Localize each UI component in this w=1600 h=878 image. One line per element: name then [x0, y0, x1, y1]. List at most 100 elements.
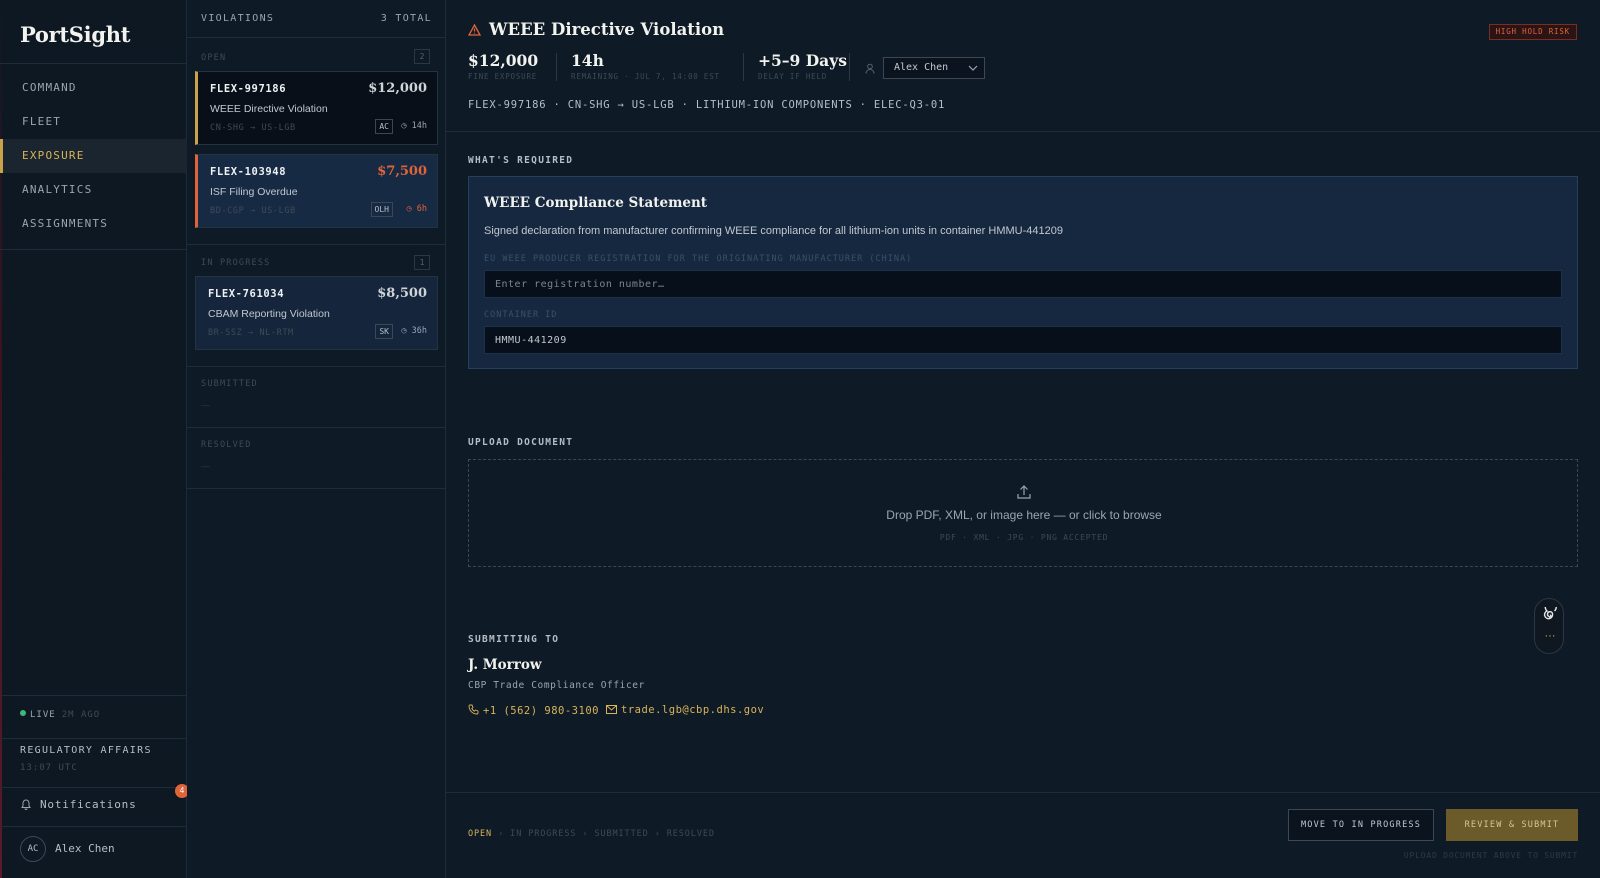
warning-icon [467, 23, 482, 36]
person-icon [865, 61, 875, 79]
clock-icon: ◷ [406, 204, 417, 214]
risk-badge: HIGH HOLD RISK [1488, 24, 1577, 40]
card-amount: $8,500 [377, 286, 427, 301]
card-amount: $12,000 [368, 81, 427, 96]
card-due: ◷ 14h [401, 121, 427, 131]
sidebar: PortSight COMMAND FLEET EXPOSURE ANALYTI… [0, 0, 189, 878]
violation-meta: FLEX-997186 · CN-SHG → US-LGB · LITHIUM-… [468, 99, 946, 111]
card-amount: $7,500 [377, 164, 427, 179]
submit-hint: UPLOAD DOCUMENT ABOVE TO SUBMIT [1403, 851, 1578, 860]
group-label-resolved: RESOLVED [201, 440, 252, 450]
group-label-open: OPEN [201, 53, 227, 63]
step-resolved: RESOLVED [666, 829, 715, 839]
live-status: LIVE 2M AGO [20, 710, 100, 720]
assignee-tag: SK [375, 324, 393, 339]
more-icon: ··· [1544, 630, 1556, 642]
nav-command[interactable]: COMMAND [0, 71, 187, 105]
violation-detail: WEEE Directive Violation HIGH HOLD RISK … [446, 0, 1600, 878]
notifications-label: Notifications [40, 798, 137, 811]
phone-link[interactable]: +1 (562) 980-3100 [468, 704, 599, 717]
card-route: BR-SSZ → NL-RTM [208, 328, 294, 338]
divider [187, 427, 446, 428]
divider [187, 244, 446, 245]
upload-section-label: UPLOAD DOCUMENT [468, 437, 574, 448]
nav-fleet[interactable]: FLEET [0, 105, 187, 139]
email-link[interactable]: trade.lgb@cbp.dhs.gov [606, 704, 764, 716]
live-dot-icon [20, 710, 26, 716]
submitting-section-label: SUBMITTING TO [468, 634, 560, 645]
required-section-label: WHAT'S REQUIRED [468, 155, 574, 166]
move-to-in-progress-button[interactable]: MOVE TO IN PROGRESS [1288, 809, 1434, 841]
metric-remaining: 14h REMAINING · JUL 7, 14:00 EST [571, 51, 720, 81]
card-route: BD-CGP → US-LGB [210, 206, 296, 216]
bell-icon [20, 790, 32, 824]
clock-icon: ◷ [401, 121, 412, 131]
violations-total: 3 TOTAL [380, 13, 432, 24]
group-empty: — [201, 461, 210, 471]
group-label-submitted: SUBMITTED [201, 379, 258, 389]
violations-header: VIOLATIONS 3 TOTAL [201, 13, 432, 24]
step-in-progress: IN PROGRESS [510, 829, 577, 839]
requirement-description: Signed declaration from manufacturer con… [484, 225, 1063, 237]
nav-analytics[interactable]: ANALYTICS [0, 173, 187, 207]
clock-icon: ◷ [401, 326, 412, 336]
nav-assignments[interactable]: ASSIGNMENTS [0, 207, 187, 241]
live-label: LIVE [30, 710, 56, 720]
group-count-open: 2 [414, 49, 430, 64]
violation-card[interactable]: FLEX-997186 $12,000 WEEE Directive Viola… [195, 71, 438, 145]
card-id: FLEX-103948 [210, 166, 287, 178]
group-empty: — [201, 400, 210, 410]
live-ago: 2M AGO [61, 710, 101, 720]
review-submit-button[interactable]: REVIEW & SUBMIT [1446, 809, 1578, 841]
divider [446, 792, 1600, 793]
officer-role: CBP Trade Compliance Officer [468, 680, 645, 691]
divider [446, 131, 1600, 132]
violation-card[interactable]: FLEX-103948 $7,500 ISF Filing Overdue BD… [195, 154, 438, 228]
divider [0, 738, 187, 739]
metric-fine: $12,000 FINE EXPOSURE [468, 51, 539, 81]
assistant-widget[interactable]: ··· [1534, 598, 1564, 654]
card-title: CBAM Reporting Violation [208, 308, 330, 320]
avatar: AC [20, 836, 46, 862]
divider [0, 695, 187, 696]
officer-name: J. Morrow [468, 657, 542, 673]
upload-dropzone[interactable]: Drop PDF, XML, or image here — or click … [468, 459, 1578, 567]
divider [743, 53, 744, 81]
user-menu[interactable]: AC Alex Chen [20, 836, 115, 862]
violations-panel: VIOLATIONS 3 TOTAL OPEN 2 FLEX-997186 $12… [187, 0, 446, 878]
divider [0, 249, 187, 250]
card-id: FLEX-761034 [208, 288, 285, 300]
chevron-down-icon [968, 58, 978, 86]
upload-icon [1017, 485, 1031, 499]
card-due: ◷ 6h [406, 204, 428, 214]
violation-title: WEEE Directive Violation [467, 20, 724, 39]
divider [0, 63, 187, 64]
nav-exposure[interactable]: EXPOSURE [0, 139, 187, 173]
card-id: FLEX-997186 [210, 83, 287, 95]
divider [849, 53, 850, 81]
container-id-label: CONTAINER ID [484, 310, 558, 320]
upload-instructions: Drop PDF, XML, or image here — or click … [886, 508, 1162, 522]
org-name: REGULATORY AFFAIRS [20, 745, 152, 756]
assignee-tag: OLH [370, 202, 393, 217]
requirement-card: WEEE Compliance Statement Signed declara… [468, 176, 1578, 369]
card-route: CN-SHG → US-LGB [210, 123, 296, 133]
step-submitted: SUBMITTED [594, 829, 649, 839]
divider [187, 488, 446, 489]
notifications-button[interactable]: Notifications [0, 788, 187, 822]
step-open: OPEN [468, 829, 493, 839]
divider [0, 826, 187, 827]
divider [187, 37, 446, 38]
violations-title: VIOLATIONS [201, 13, 275, 24]
metric-delay: +5–9 Days DELAY IF HELD [758, 51, 847, 81]
requirement-title: WEEE Compliance Statement [484, 195, 708, 211]
registration-input[interactable] [484, 270, 1562, 298]
owner-select[interactable]: Alex Chen [883, 57, 985, 79]
divider [187, 366, 446, 367]
violation-card[interactable]: FLEX-761034 $8,500 CBAM Reporting Violat… [195, 276, 438, 350]
assignee-tag: AC [375, 119, 393, 134]
container-id-input[interactable] [484, 326, 1562, 354]
user-name: Alex Chen [55, 842, 115, 855]
divider [556, 53, 557, 81]
brand-logo[interactable]: PortSight [20, 22, 130, 47]
